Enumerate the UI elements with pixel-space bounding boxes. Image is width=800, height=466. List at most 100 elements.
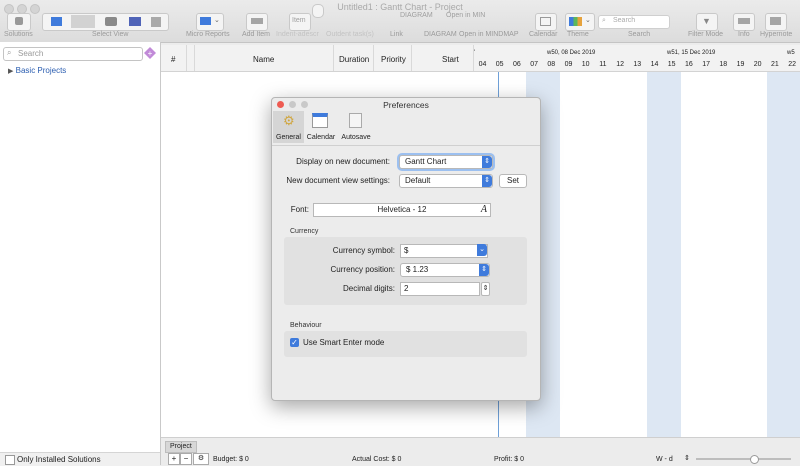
calendar-button[interactable] (535, 13, 557, 31)
view-gantt-icon[interactable] (51, 17, 62, 26)
gear-icon[interactable]: ⚙ (193, 453, 209, 465)
hypernote-button[interactable] (765, 13, 787, 31)
sidebar-footer: Only Installed Solutions (0, 452, 160, 466)
gantt-day-label: 06 (512, 61, 521, 68)
view-settings-select[interactable]: Default ⇕ (399, 174, 493, 188)
column-header-number[interactable]: # (171, 55, 175, 64)
currency-group: Currency symbol: $ ⌄ Currency position: … (284, 237, 527, 305)
gantt-day-label: 20 (753, 61, 762, 68)
select-view-label: Select View (92, 31, 129, 38)
link-label: Link (390, 31, 403, 38)
info-icon (738, 18, 750, 24)
info-label: Info (738, 31, 750, 38)
smart-enter-checkbox[interactable]: ✓ (290, 338, 299, 347)
behaviour-section-title: Behaviour (290, 322, 322, 329)
solutions-button[interactable] (7, 13, 31, 31)
decimal-digits-value: 2 (404, 284, 409, 293)
hypernote-label: Hypernote (760, 31, 793, 38)
gantt-day-label: 16 (684, 61, 693, 68)
font-picker-icon[interactable]: A (481, 204, 487, 215)
preferences-dialog: Preferences ⚙ General Calendar Autosave … (271, 97, 541, 401)
sidebar (0, 42, 161, 465)
info-button[interactable] (733, 13, 755, 31)
toolbar-search-input[interactable]: ⌕ Search (598, 15, 670, 29)
zoom-slider[interactable] (696, 455, 791, 464)
zoom-slider-knob[interactable] (750, 455, 759, 464)
profit-text: Profit: $ 0 (494, 456, 524, 463)
zoom-mode-text[interactable]: W - d (656, 456, 673, 463)
theme-label: Theme (567, 31, 589, 38)
view-outline-icon[interactable] (71, 15, 95, 28)
solutions-icon (15, 17, 23, 25)
view-list-icon[interactable] (151, 17, 161, 27)
dialog-content: Display on new document: Gantt Chart ⇕ N… (272, 145, 540, 401)
gantt-day-label: 14 (650, 61, 659, 68)
sidebar-add-solution-icon[interactable]: + (144, 47, 156, 59)
link-toggle[interactable] (312, 4, 324, 18)
decimal-digits-stepper[interactable]: ⇕ (481, 282, 490, 296)
currency-position-select[interactable]: $ 1.23 ⇕ (400, 263, 490, 277)
set-button[interactable]: Set (499, 174, 527, 188)
display-select[interactable]: Gantt Chart ⇕ (399, 155, 493, 169)
funnel-icon: ▼ (702, 16, 711, 26)
gantt-day-label: 12 (616, 61, 624, 68)
view-people-icon[interactable] (105, 17, 117, 26)
tab-calendar[interactable]: Calendar (305, 111, 337, 143)
diagram-label: DIAGRAM (424, 31, 457, 38)
only-installed-checkbox[interactable] (5, 455, 15, 465)
calendar-icon (312, 113, 328, 128)
toolbar: Untitled1 : Gantt Chart - Project Soluti… (0, 0, 800, 43)
micro-reports-button[interactable]: ⌄ (196, 13, 224, 31)
open-min-ghost: Open in MIN (446, 12, 486, 19)
currency-section-title: Currency (290, 228, 319, 235)
currency-symbol-select[interactable]: $ (400, 244, 488, 258)
budget-text: Budget: $ 0 (213, 456, 249, 463)
sidebar-search-input[interactable]: ⌕ Search (3, 47, 143, 61)
bottom-bar: Project + − ⚙ Budget: $ 0 Actual Cost: $… (161, 437, 800, 466)
mail-icon (200, 17, 211, 25)
column-header-duration[interactable]: Duration (339, 55, 369, 64)
sidebar-item-basic-projects[interactable]: ▶ Basic Projects (8, 66, 66, 75)
zoom-stepper[interactable]: ⇕ (684, 454, 690, 462)
select-view-group (42, 13, 169, 31)
column-header-name[interactable]: Name (253, 55, 274, 64)
indent-button[interactable]: Item (289, 13, 311, 31)
decimal-digits-input[interactable]: 2 (400, 282, 480, 296)
sidebar-search-placeholder: Search (18, 49, 44, 58)
tab-label: General (276, 134, 301, 141)
hypernote-icon (770, 17, 781, 25)
gantt-day-label: 05 (495, 61, 504, 68)
gantt-day-label: 22 (788, 61, 796, 68)
gantt-days-row: 04 05 06 07 08 09 10 11 12 13 14 15 16 17 18 19 20 21 22 (474, 45, 800, 71)
updown-icon: ⇕ (479, 264, 489, 276)
tab-project[interactable]: Project (165, 441, 197, 453)
column-header-priority[interactable]: Priority (381, 55, 406, 64)
gantt-day-label: 07 (530, 61, 538, 68)
dialog-title: Preferences (383, 100, 429, 110)
updown-icon: ⇕ (482, 156, 492, 168)
gantt-day-label: 18 (719, 61, 728, 68)
add-item-icon (251, 18, 263, 24)
currency-position-value: $ 1.23 (406, 265, 429, 274)
search-icon: ⌕ (7, 48, 12, 57)
display-label: Display on new document: (296, 157, 390, 166)
tab-general[interactable]: ⚙ General (273, 111, 304, 143)
theme-button[interactable]: ⌄ (565, 13, 595, 31)
view-resources-icon[interactable] (129, 17, 141, 26)
currency-symbol-dropdown[interactable]: ⌄ (477, 244, 487, 256)
gantt-day-label: 04 (478, 61, 487, 68)
font-field[interactable]: Helvetica - 12 A (313, 203, 491, 217)
remove-row-button[interactable]: − (180, 453, 192, 465)
solutions-label: Solutions (4, 31, 33, 38)
add-item-label: Add Item (242, 31, 271, 38)
decimal-digits-label: Decimal digits: (342, 284, 395, 293)
filter-mode-button[interactable]: ▼ (696, 13, 718, 31)
document-icon (349, 113, 362, 128)
updown-icon: ⇕ (482, 175, 492, 187)
column-header-start[interactable]: Start (442, 55, 459, 64)
add-item-button[interactable] (246, 13, 268, 31)
dialog-titlebar: Preferences (272, 98, 540, 112)
window-title: Untitled1 : Gantt Chart - Project (337, 2, 463, 12)
add-row-button[interactable]: + (168, 453, 180, 465)
tab-autosave[interactable]: Autosave (339, 111, 373, 143)
